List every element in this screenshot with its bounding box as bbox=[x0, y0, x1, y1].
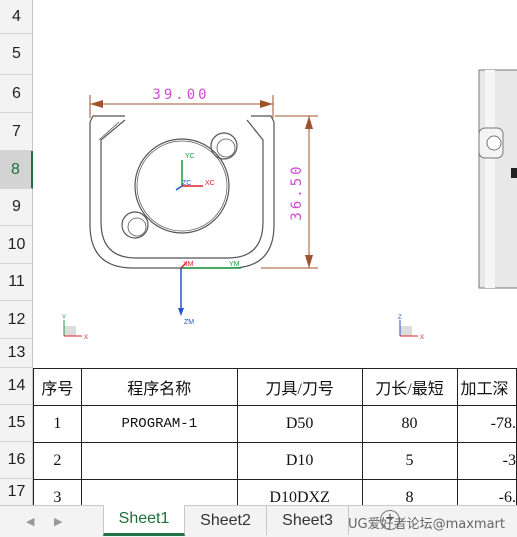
program-table: 序号 程序名称 刀具/刀号 刀长/最短 加工深 1 PROGRAM-1 D50 … bbox=[33, 368, 517, 517]
row-header-column: 4 5 6 7 8 9 10 11 12 13 14 15 16 17 bbox=[0, 0, 33, 505]
row-header-13[interactable]: 13 bbox=[0, 339, 33, 368]
scroll-tabs-left-icon[interactable]: ◀ bbox=[26, 515, 34, 528]
row-header-5[interactable]: 5 bbox=[0, 34, 33, 75]
row-number: 13 bbox=[7, 344, 26, 361]
work-coordinate-axes: YC XC ZC bbox=[175, 153, 215, 191]
cad-drawing-image[interactable]: 39.00 36.50 YC XC ZC XM YM ZM Y X Z X bbox=[33, 0, 517, 368]
cell[interactable]: -3 bbox=[456, 442, 517, 480]
row-header-10[interactable]: 10 bbox=[0, 226, 33, 264]
svg-text:X: X bbox=[420, 335, 424, 341]
view-triad-left: Y X bbox=[62, 315, 88, 341]
row-header-4[interactable]: 4 bbox=[0, 0, 33, 34]
row-number: 8 bbox=[11, 160, 20, 178]
header-cell[interactable]: 加工深 bbox=[456, 368, 517, 406]
width-dimension: 39.00 bbox=[89, 87, 274, 118]
cell[interactable]: 1 bbox=[33, 405, 82, 443]
row-header-16[interactable]: 16 bbox=[0, 442, 33, 479]
header-cell[interactable]: 刀长/最短 bbox=[361, 368, 458, 406]
sheet-tab-sheet1[interactable]: Sheet1 bbox=[103, 505, 185, 536]
cell[interactable]: -78. bbox=[456, 405, 517, 443]
row-header-7[interactable]: 7 bbox=[0, 113, 33, 151]
table-header-row: 序号 程序名称 刀具/刀号 刀长/最短 加工深 bbox=[33, 368, 517, 406]
row-header-11[interactable]: 11 bbox=[0, 264, 33, 301]
row-header-8-selected[interactable]: 8 bbox=[0, 151, 33, 189]
svg-text:XC: XC bbox=[205, 180, 215, 187]
row-header-12[interactable]: 12 bbox=[0, 301, 33, 339]
row-number: 16 bbox=[7, 451, 26, 468]
table-row: 1 PROGRAM-1 D50 80 -78. bbox=[33, 405, 517, 443]
row-number: 6 bbox=[12, 84, 21, 102]
header-cell[interactable]: 刀具/刀号 bbox=[236, 368, 363, 406]
height-dimension-text: 36.50 bbox=[289, 163, 305, 220]
cell[interactable]: D50 bbox=[236, 405, 363, 443]
row-number: 7 bbox=[12, 122, 21, 140]
svg-text:YC: YC bbox=[185, 153, 195, 160]
row-number: 11 bbox=[8, 273, 25, 290]
cell[interactable]: 80 bbox=[361, 405, 458, 443]
row-number: 10 bbox=[7, 235, 26, 253]
svg-text:YM: YM bbox=[229, 261, 240, 268]
view-triad-right: Z X bbox=[398, 315, 424, 341]
sheet-tab-sheet2[interactable]: Sheet2 bbox=[185, 506, 267, 535]
row-header-6[interactable]: 6 bbox=[0, 75, 33, 113]
row-header-14[interactable]: 14 bbox=[0, 368, 33, 405]
svg-text:XM: XM bbox=[183, 261, 194, 268]
svg-text:X: X bbox=[84, 335, 88, 341]
row-number: 4 bbox=[12, 7, 21, 25]
header-cell[interactable]: 程序名称 bbox=[80, 368, 238, 406]
cell[interactable]: 2 bbox=[33, 442, 82, 480]
row-number: 15 bbox=[7, 414, 26, 431]
row-number: 17 bbox=[7, 483, 26, 500]
cell[interactable]: 5 bbox=[361, 442, 458, 480]
part-outline bbox=[89, 115, 275, 269]
row-number: 14 bbox=[7, 377, 26, 394]
watermark-text: UG爱好者论坛@maxmart bbox=[348, 517, 505, 532]
sheet-tab-sheet3[interactable]: Sheet3 bbox=[267, 506, 349, 535]
table-row: 2 D10 5 -3 bbox=[33, 442, 517, 480]
row-header-9[interactable]: 9 bbox=[0, 189, 33, 226]
side-view-part bbox=[478, 69, 517, 289]
svg-text:ZC: ZC bbox=[182, 180, 191, 187]
cell[interactable]: D10 bbox=[236, 442, 363, 480]
row-number: 9 bbox=[12, 198, 21, 215]
cell[interactable]: PROGRAM-1 bbox=[80, 405, 238, 443]
height-dimension: 36.50 bbox=[261, 115, 318, 269]
svg-text:ZM: ZM bbox=[184, 319, 194, 326]
row-header-15[interactable]: 15 bbox=[0, 405, 33, 442]
scroll-tabs-right-icon[interactable]: ▶ bbox=[54, 515, 62, 528]
machine-coordinate-axes: XM YM ZM bbox=[178, 261, 241, 326]
width-dimension-text: 39.00 bbox=[152, 87, 209, 103]
row-header-17[interactable]: 17 bbox=[0, 479, 33, 505]
header-cell[interactable]: 序号 bbox=[33, 368, 82, 406]
svg-text:Y: Y bbox=[62, 315, 66, 321]
cell[interactable] bbox=[80, 442, 238, 480]
svg-text:Z: Z bbox=[398, 315, 402, 321]
row-number: 12 bbox=[7, 310, 26, 328]
row-number: 5 bbox=[12, 45, 21, 62]
